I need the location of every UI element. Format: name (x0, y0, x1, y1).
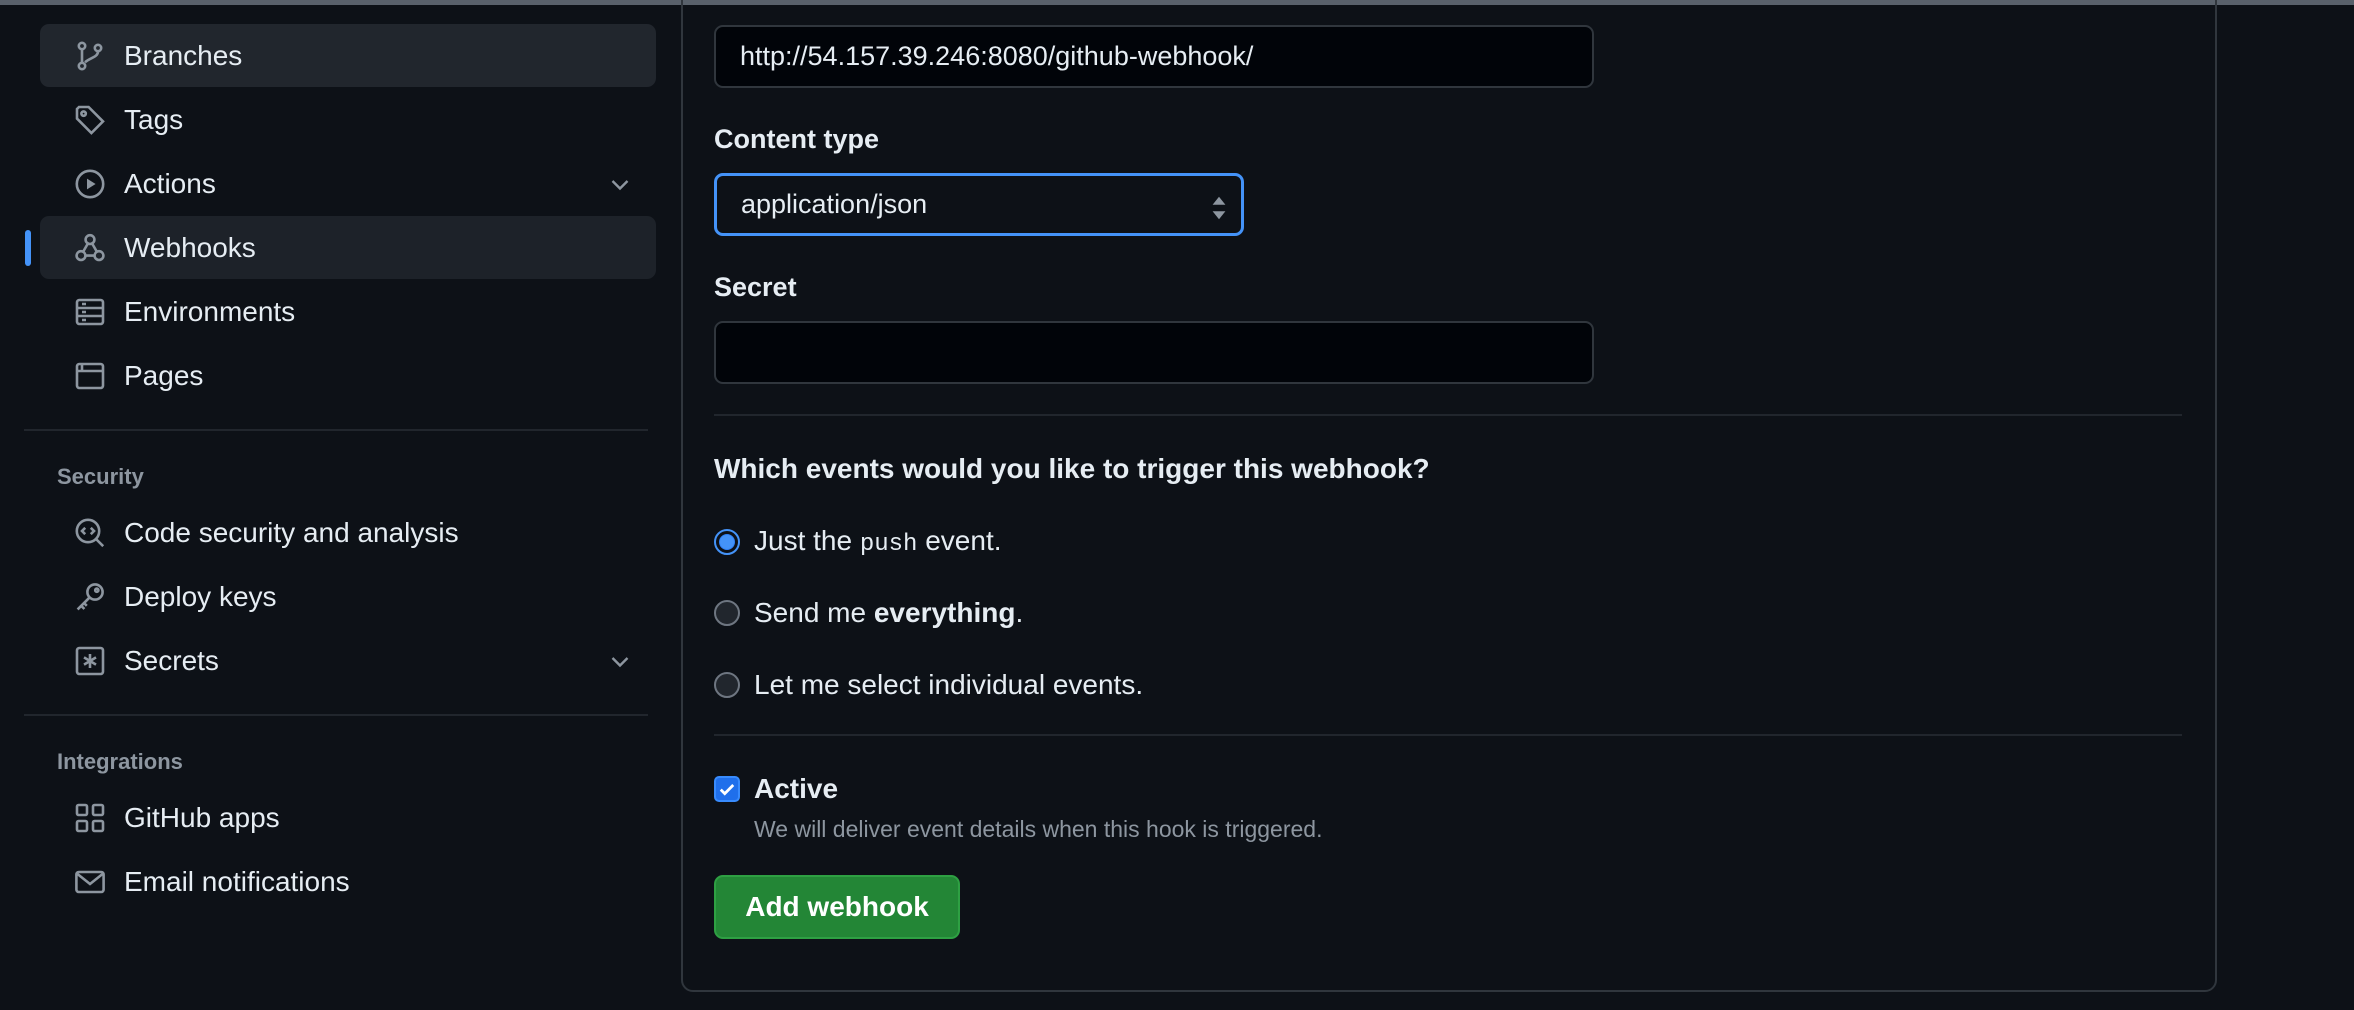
sidebar-item-label: Deploy keys (124, 580, 277, 612)
push-radio[interactable] (714, 528, 740, 555)
content-type-select[interactable]: application/json (714, 173, 1244, 236)
sidebar-item-deploy-keys[interactable]: Deploy keys (40, 565, 656, 628)
webhook-icon (72, 230, 108, 266)
individual-label: Let me select individual events. (754, 669, 1144, 700)
everything-suffix-text: . (1015, 597, 1024, 628)
active-hint: We will deliver event details when this … (754, 816, 1323, 842)
sidebar-item-label: Secrets (124, 644, 219, 676)
content-type-label: Content type (714, 124, 879, 154)
chevron-down-icon[interactable] (602, 166, 638, 202)
push-code-text: push (859, 531, 918, 558)
push-prefix-text: Just the (754, 525, 860, 556)
webhook-form-panel (681, 0, 2217, 992)
tag-icon (72, 102, 108, 138)
individual-radio[interactable] (714, 672, 740, 698)
play-icon (72, 166, 108, 202)
security-section-title: Security (57, 464, 144, 489)
sidebar-item-label: Email notifications (124, 865, 350, 897)
sidebar-item-actions[interactable]: Actions (40, 152, 656, 215)
secret-input[interactable] (714, 321, 1594, 384)
select-arrows-icon (1212, 196, 1226, 220)
sidebar-item-label: Pages (124, 359, 204, 391)
sidebar-item-label: Webhooks (124, 231, 256, 263)
sidebar-item-email-notifications[interactable]: Email notifications (40, 850, 656, 913)
sidebar-item-code-security[interactable]: Code security and analysis (40, 501, 656, 564)
payload-url-value: http://54.157.39.246:8080/github-webhook… (740, 41, 1254, 71)
settings-sidebar: Branches Tags Actions Webhooks Environme… (24, 24, 656, 914)
event-option-everything[interactable]: Send me everything. (714, 597, 1023, 629)
event-option-label: Send me everything. (754, 597, 1023, 629)
active-checkbox[interactable] (714, 776, 740, 802)
sidebar-divider (24, 714, 648, 716)
asterisk-icon (72, 643, 108, 679)
active-label: Active (754, 773, 839, 804)
sidebar-item-secrets[interactable]: Secrets (40, 629, 656, 692)
integrations-section-title: Integrations (57, 749, 183, 774)
event-option-individual[interactable]: Let me select individual events. (714, 669, 1143, 701)
everything-prefix-text: Send me (754, 597, 874, 628)
secret-label: Secret (714, 272, 797, 302)
form-divider (714, 414, 2182, 416)
active-checkbox-row[interactable]: Active (714, 773, 838, 805)
git-branch-icon (72, 38, 108, 74)
mail-icon (72, 864, 108, 900)
sidebar-item-label: Environments (124, 295, 296, 327)
push-suffix-text: event. (917, 525, 1002, 556)
sidebar-item-environments[interactable]: Environments (40, 280, 656, 343)
browser-icon (72, 358, 108, 394)
sidebar-item-label: Branches (124, 39, 243, 71)
codescan-icon (72, 515, 108, 551)
event-option-label: Just the push event. (754, 525, 1002, 558)
chevron-down-icon[interactable] (602, 643, 638, 679)
sidebar-item-branches[interactable]: Branches (40, 24, 656, 87)
events-question: Which events would you like to trigger t… (714, 453, 1430, 484)
active-indicator (25, 230, 31, 266)
sidebar-item-webhooks[interactable]: Webhooks (25, 216, 656, 279)
add-webhook-button[interactable]: Add webhook (714, 875, 960, 939)
sidebar-item-label: Code security and analysis (124, 516, 459, 548)
everything-radio[interactable] (714, 600, 740, 626)
check-icon (719, 784, 735, 796)
sidebar-item-label: Tags (124, 103, 184, 135)
event-option-push[interactable]: Just the push event. (714, 525, 1002, 558)
sidebar-item-github-apps[interactable]: GitHub apps (40, 786, 656, 849)
apps-icon (72, 800, 108, 836)
form-divider (714, 734, 2182, 736)
key-icon (72, 579, 108, 615)
content-type-value: application/json (741, 189, 928, 219)
sidebar-item-label: Actions (124, 167, 216, 199)
sidebar-item-tags[interactable]: Tags (40, 88, 656, 151)
sidebar-divider (24, 429, 648, 431)
sidebar-item-pages[interactable]: Pages (40, 344, 656, 407)
server-icon (72, 294, 108, 330)
everything-bold-text: everything (873, 597, 1016, 628)
payload-url-input[interactable]: http://54.157.39.246:8080/github-webhook… (714, 25, 1594, 88)
sidebar-item-label: GitHub apps (124, 801, 280, 833)
